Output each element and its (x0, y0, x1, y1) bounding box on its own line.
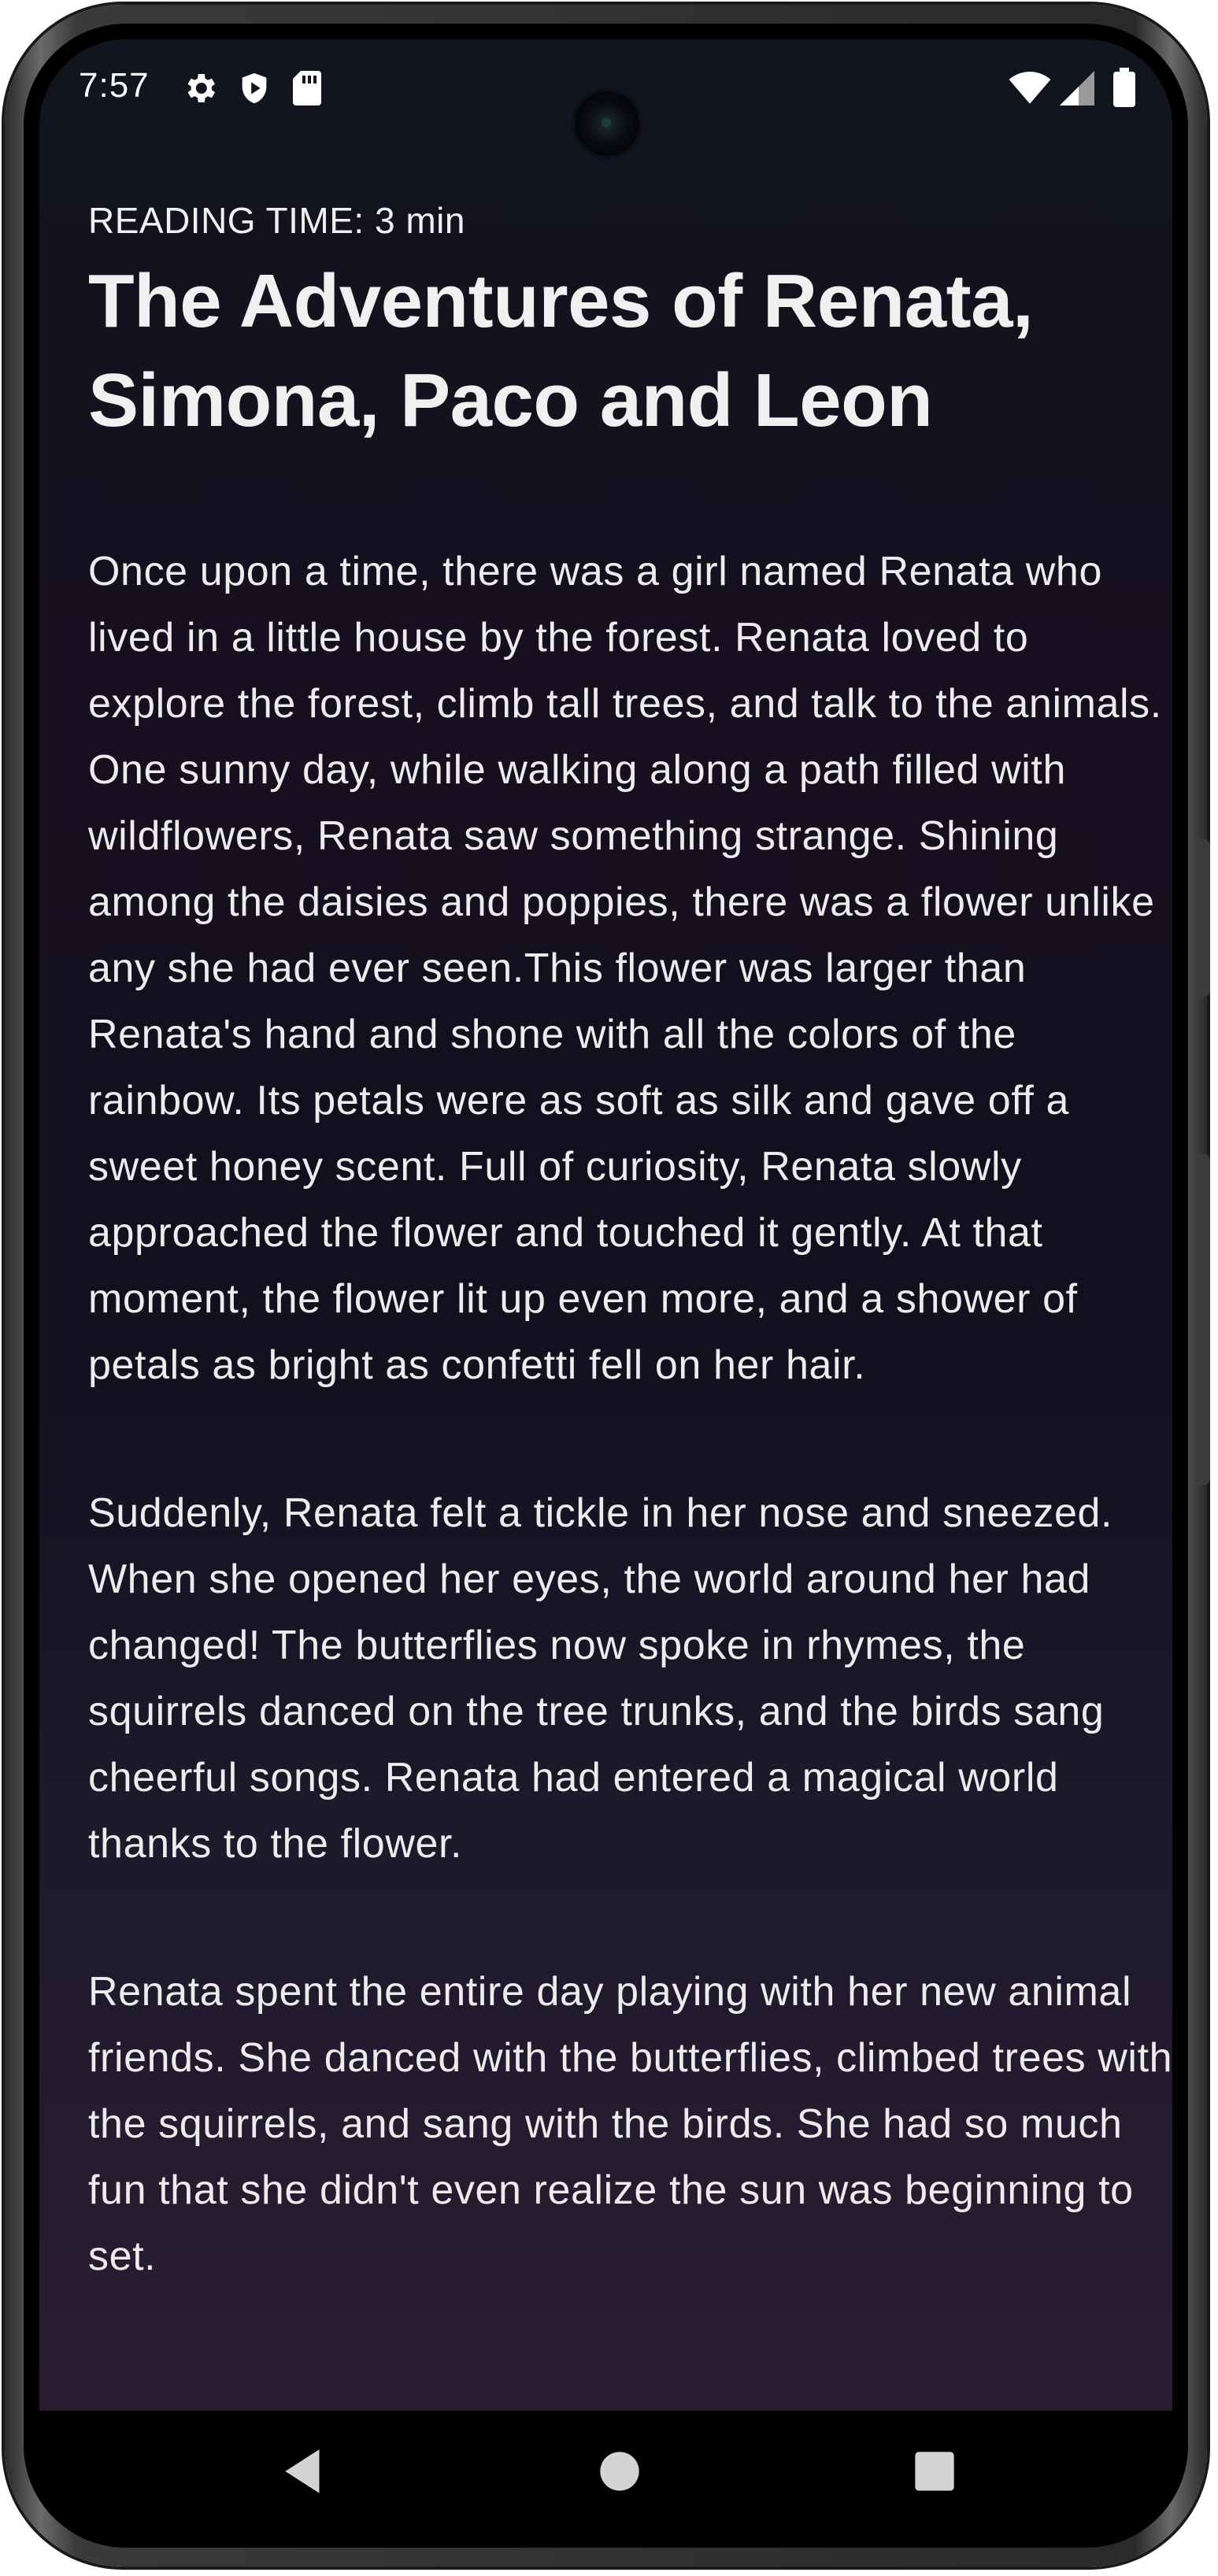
power-button (1198, 839, 1210, 997)
app-screen: 7:57 READING TIME: 3 min The Adventures … (39, 39, 1172, 2532)
story-title: The Adventures of Renata, Simona, Paco a… (88, 259, 1034, 442)
wifi-icon (1008, 71, 1052, 109)
back-icon[interactable] (276, 2442, 334, 2500)
volume-button (1198, 1154, 1210, 1485)
cellular-signal-icon (1060, 71, 1094, 109)
story-paragraph: Renata spent the entire day playing with… (88, 1969, 1172, 2279)
reading-time-label: READING TIME: 3 min (88, 200, 465, 241)
status-time: 7:57 (79, 66, 150, 105)
story-paragraph: Once upon a time, there was a girl named… (88, 549, 1162, 1388)
sd-card-icon (291, 69, 323, 111)
story-paragraph: Suddenly, Renata felt a tickle in her no… (88, 1490, 1113, 1867)
front-camera (575, 91, 639, 156)
settings-icon (181, 69, 219, 111)
screen-bezel: 7:57 READING TIME: 3 min The Adventures … (24, 24, 1188, 2548)
shield-icon (236, 69, 272, 111)
home-icon[interactable] (590, 2442, 649, 2500)
recents-icon[interactable] (905, 2442, 964, 2500)
phone-frame: 7:57 READING TIME: 3 min The Adventures … (5, 5, 1210, 2567)
battery-icon (1113, 68, 1135, 111)
story-content: READING TIME: 3 min The Adventures of Re… (88, 197, 1172, 2289)
navigation-bar (39, 2411, 1172, 2532)
